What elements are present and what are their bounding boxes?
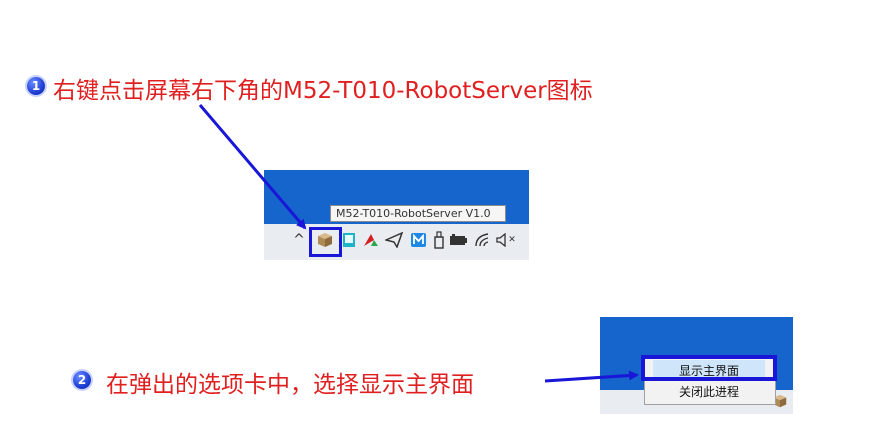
annotation-arrows	[198, 104, 639, 383]
arrow-to-menu-item	[544, 370, 639, 383]
arrow-to-tray-icon	[198, 104, 307, 230]
